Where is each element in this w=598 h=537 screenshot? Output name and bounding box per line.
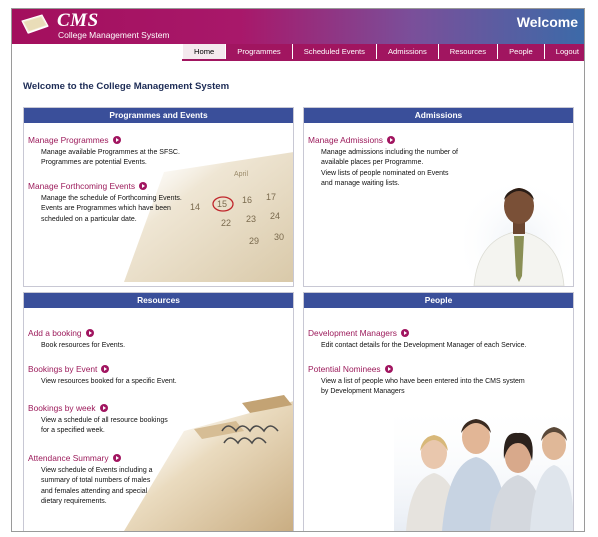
item-development-managers: Development Managers Edit contact detail… — [308, 321, 526, 351]
people-panel: People Development Managers Edit contact… — [303, 292, 574, 531]
panel-header-people: People — [304, 293, 573, 308]
manage-admissions-link[interactable]: Manage Admissions — [308, 135, 383, 145]
header-banner: CMS College Management System Welcome — [12, 9, 584, 44]
manage-programmes-link[interactable]: Manage Programmes — [28, 135, 109, 145]
welcome-heading: Welcome — [516, 14, 578, 30]
nav-home[interactable]: Home — [182, 44, 226, 59]
bookings-by-week-link[interactable]: Bookings by week — [28, 403, 96, 413]
arrow-icon[interactable] — [112, 136, 121, 144]
nav-resources[interactable]: Resources — [437, 44, 498, 59]
item-add-booking: Add a booking Book resources for Events. — [28, 321, 125, 351]
arrow-icon[interactable] — [101, 365, 110, 373]
bookings-by-event-link[interactable]: Bookings by Event — [28, 364, 97, 374]
svg-text:30: 30 — [274, 232, 284, 242]
attendance-summary-link[interactable]: Attendance Summary — [28, 453, 109, 463]
svg-text:29: 29 — [249, 236, 259, 246]
book-logo-icon — [21, 14, 49, 34]
item-attendance-summary: Attendance Summary View schedule of Even… — [28, 446, 153, 508]
add-booking-link[interactable]: Add a booking — [28, 328, 82, 338]
item-description: Manage available Programmes at the SFSC.… — [41, 149, 180, 167]
nav-logout[interactable]: Logout — [543, 44, 584, 59]
brand-logo-text: CMS — [57, 10, 99, 31]
nav-programmes[interactable]: Programmes — [225, 44, 292, 59]
svg-text:24: 24 — [270, 211, 280, 221]
development-managers-link[interactable]: Development Managers — [308, 328, 397, 338]
nav-scheduled-events[interactable]: Scheduled Events — [291, 44, 376, 59]
svg-text:15: 15 — [217, 199, 227, 209]
resources-panel: Resources Add a booking Book resources f… — [23, 292, 294, 531]
nav-people[interactable]: People — [497, 44, 544, 59]
panel-header-resources: Resources — [24, 293, 293, 308]
page-title: Welcome to the College Management System — [23, 81, 230, 92]
svg-text:17: 17 — [266, 192, 276, 202]
programmes-events-panel: Programmes and Events April 14 15 16 17 … — [23, 107, 294, 287]
item-description: Manage admissions including the number o… — [321, 149, 458, 188]
item-manage-forthcoming-events: Manage Forthcoming Events Manage the sch… — [28, 174, 182, 225]
item-manage-admissions: Manage Admissions Manage admissions incl… — [308, 128, 458, 190]
arrow-icon[interactable] — [384, 365, 393, 373]
item-description: Manage the schedule of Forthcoming Event… — [41, 195, 182, 223]
svg-text:April: April — [234, 171, 248, 178]
admissions-panel: Admissions Manage Admissions Manage admi… — [303, 107, 574, 287]
item-bookings-by-week: Bookings by week View a schedule of all … — [28, 396, 168, 437]
manage-forthcoming-events-link[interactable]: Manage Forthcoming Events — [28, 181, 135, 191]
group-of-people-image — [394, 401, 573, 531]
arrow-icon[interactable] — [139, 182, 148, 190]
panel-header-admissions: Admissions — [304, 108, 573, 123]
svg-text:22: 22 — [221, 218, 231, 228]
brand-subtitle: College Management System — [58, 30, 170, 40]
panel-header-programmes: Programmes and Events — [24, 108, 293, 123]
main-nav: Home Programmes Scheduled Events Admissi… — [182, 44, 584, 61]
arrow-icon[interactable] — [386, 136, 395, 144]
arrow-icon[interactable] — [112, 454, 121, 462]
item-description: View a list of people who have been ente… — [321, 378, 525, 396]
item-description: Edit contact details for the Development… — [321, 342, 527, 349]
businessman-image — [464, 176, 573, 286]
nav-admissions[interactable]: Admissions — [375, 44, 438, 59]
potential-nominees-link[interactable]: Potential Nominees — [308, 364, 381, 374]
arrow-icon[interactable] — [99, 404, 108, 412]
svg-text:16: 16 — [242, 195, 252, 205]
arrow-icon[interactable] — [400, 329, 409, 337]
item-description: Book resources for Events. — [41, 342, 126, 349]
item-description: View resources booked for a specific Eve… — [41, 378, 177, 385]
app-frame: CMS College Management System Welcome Ho… — [11, 8, 585, 532]
item-description: View a schedule of all resource bookings… — [41, 417, 168, 435]
svg-text:23: 23 — [246, 214, 256, 224]
svg-text:14: 14 — [190, 202, 200, 212]
item-description: View schedule of Events including a summ… — [41, 467, 153, 506]
item-bookings-by-event: Bookings by Event View resources booked … — [28, 357, 177, 387]
item-potential-nominees: Potential Nominees View a list of people… — [308, 357, 525, 398]
item-manage-programmes: Manage Programmes Manage available Progr… — [28, 128, 180, 169]
arrow-icon[interactable] — [85, 329, 94, 337]
